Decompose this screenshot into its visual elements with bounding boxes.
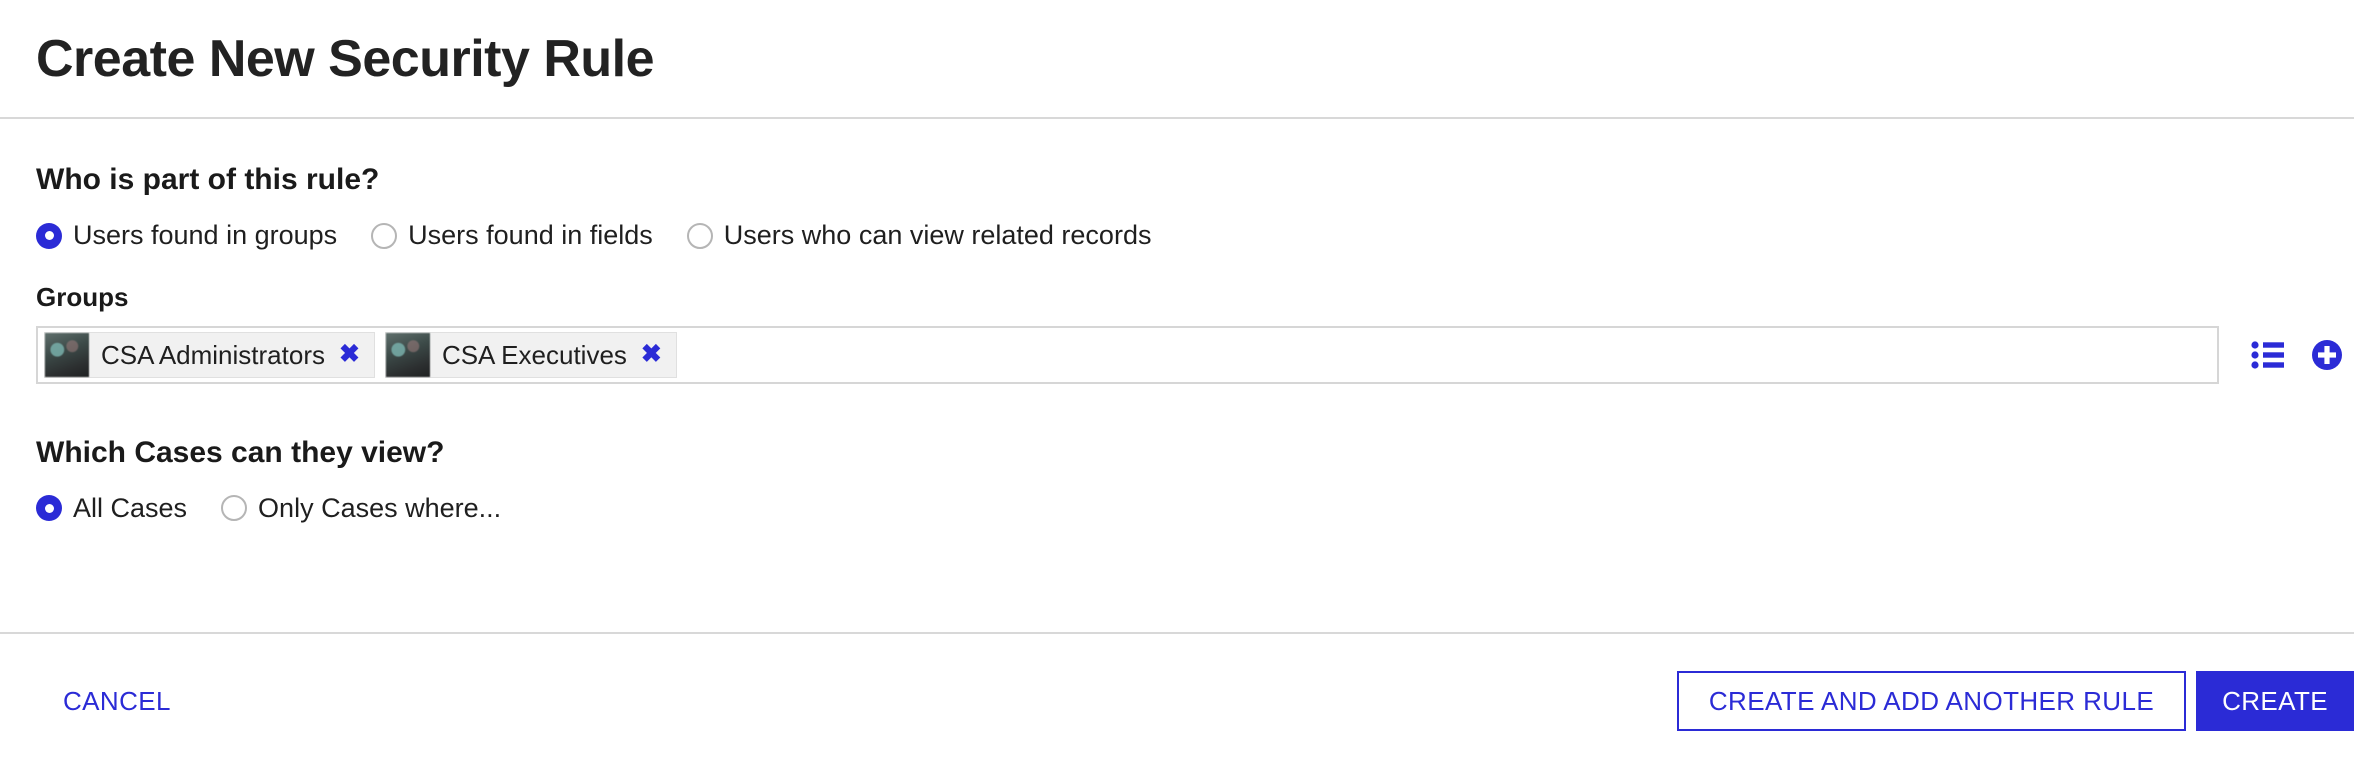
radio-unselected-icon (686, 222, 713, 249)
dialog-footer: CANCEL CREATE AND ADD ANOTHER RULE CREAT… (0, 632, 2354, 768)
group-token[interactable]: CSA Administrators ✖ (44, 331, 375, 378)
create-security-rule-dialog: Create New Security Rule Who is part of … (0, 0, 2354, 768)
list-icon[interactable] (2251, 340, 2285, 369)
radio-label: All Cases (73, 492, 188, 523)
group-token-label: CSA Administrators (101, 339, 325, 370)
group-token[interactable]: CSA Executives ✖ (384, 331, 677, 378)
radio-all-cases[interactable]: All Cases (36, 492, 188, 523)
add-circle-icon[interactable] (2311, 339, 2343, 371)
radio-users-found-in-groups[interactable]: Users found in groups (36, 222, 337, 249)
radio-selected-icon (36, 222, 62, 249)
create-button[interactable]: CREATE (2196, 671, 2354, 731)
groups-field-label: Groups (36, 282, 129, 312)
radio-unselected-icon (221, 495, 248, 522)
cancel-button[interactable]: CANCEL (55, 678, 179, 724)
create-and-add-another-rule-button[interactable]: CREATE AND ADD ANOTHER RULE (1676, 671, 2187, 731)
remove-group-icon[interactable]: ✖ (639, 340, 664, 369)
radio-users-found-in-fields[interactable]: Users found in fields (371, 222, 653, 249)
who-section-heading: Who is part of this rule? (36, 163, 380, 196)
cases-section: Which Cases can they view? All Cases Onl… (36, 436, 2318, 522)
radio-users-who-can-view-related-records[interactable]: Users who can view related records (686, 220, 1152, 250)
group-token-label: CSA Executives (441, 339, 627, 370)
radio-unselected-icon (371, 222, 398, 249)
radio-selected-icon (36, 495, 62, 522)
radio-only-cases-where[interactable]: Only Cases where... (221, 492, 502, 523)
cases-radio-group: All Cases Only Cases where... (36, 492, 2318, 523)
groups-field-actions (2251, 339, 2343, 371)
remove-group-icon[interactable]: ✖ (337, 340, 362, 369)
group-avatar (45, 332, 89, 377)
group-avatar (385, 332, 430, 377)
footer-actions: CREATE AND ADD ANOTHER RULE CREATE (1676, 671, 2354, 731)
groups-input[interactable]: CSA Administrators ✖ CSA Executives ✖ (36, 325, 2219, 384)
radio-label: Users found in groups (73, 220, 338, 250)
dialog-header: Create New Security Rule (0, 0, 2354, 119)
radio-label: Users who can view related records (723, 220, 1152, 250)
page-title: Create New Security Rule (36, 29, 655, 88)
radio-label: Only Cases where... (258, 492, 502, 523)
radio-label: Users found in fields (408, 220, 653, 250)
groups-field-row: CSA Administrators ✖ CSA Executives ✖ (36, 325, 2342, 384)
who-section: Who is part of this rule? Users found in… (36, 163, 2342, 384)
cases-section-heading: Which Cases can they view? (36, 435, 445, 469)
dialog-body: Who is part of this rule? Users found in… (0, 119, 2354, 632)
who-radio-group: Users found in groups Users found in fie… (36, 222, 2318, 249)
